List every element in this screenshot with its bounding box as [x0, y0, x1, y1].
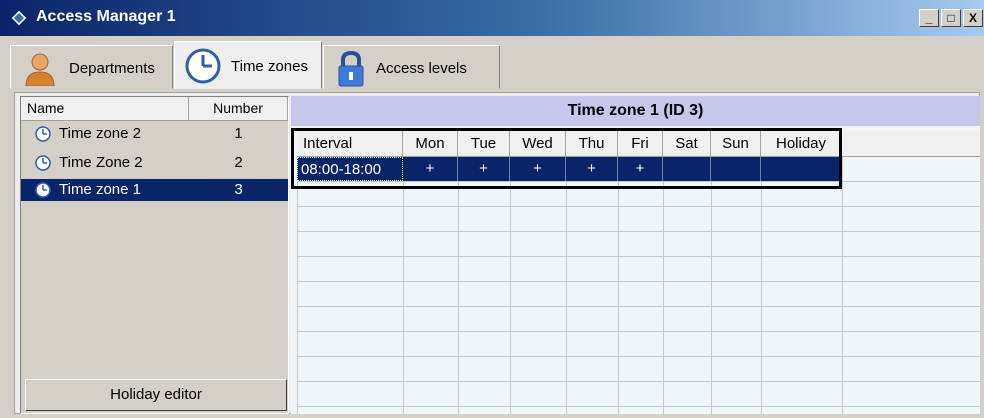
schedule-panel: Time zone 1 (ID 3) Interval Mon Tue Wed …: [291, 96, 980, 414]
grid-line: [510, 157, 511, 414]
tab-strip: Departments Time zones Access levels: [0, 36, 984, 92]
access-manager-window: Access Manager 1 _ □ X Departments Time …: [0, 0, 984, 418]
grid-line: [663, 157, 664, 414]
tab-access-levels-label: Access levels: [376, 60, 467, 77]
holiday-editor-button[interactable]: Holiday editor: [25, 379, 287, 411]
person-icon: [25, 53, 55, 86]
grid-line: [297, 406, 980, 407]
padlock-icon: [338, 50, 364, 87]
close-button[interactable]: X: [963, 9, 983, 27]
column-header-name[interactable]: Name: [21, 97, 189, 120]
window-title: Access Manager 1: [36, 8, 176, 25]
grid-line: [458, 157, 459, 414]
grid-line: [297, 206, 980, 207]
time-zone-name: Time zone 2: [59, 125, 141, 142]
title-bar[interactable]: Access Manager 1 _ □ X: [0, 0, 984, 36]
schedule-grid[interactable]: Interval Mon Tue Wed Thu Fri Sat Sun Hol…: [291, 126, 980, 414]
grid-line: [566, 157, 567, 414]
time-zone-list: Name Number Time zone 2 1 Time Zone 2 2: [20, 96, 289, 414]
grid-line: [297, 331, 980, 332]
grid-line: [618, 157, 619, 414]
tab-access-levels[interactable]: Access levels: [323, 45, 500, 89]
column-header-filler: [842, 131, 980, 157]
list-item[interactable]: Time zone 2 1: [21, 123, 288, 145]
app-icon: [10, 9, 28, 27]
grid-line: [297, 281, 980, 282]
tab-time-zones[interactable]: Time zones: [174, 41, 322, 89]
time-zone-name: Time Zone 2: [59, 154, 143, 171]
time-zone-name: Time zone 1: [59, 181, 141, 198]
grid-line: [761, 157, 762, 414]
clock-icon: [35, 126, 51, 142]
schedule-title: Time zone 1 (ID 3): [291, 96, 980, 126]
grid-line: [403, 157, 404, 414]
list-item[interactable]: Time Zone 2 2: [21, 152, 288, 174]
minimize-button[interactable]: _: [919, 9, 939, 27]
list-item-selected[interactable]: Time zone 1 3: [21, 179, 288, 201]
clock-icon: [35, 182, 51, 198]
time-zone-number: 1: [234, 125, 243, 142]
grid-line: [297, 157, 298, 414]
grid-line: [297, 381, 980, 382]
clock-icon: [185, 48, 221, 84]
tab-departments[interactable]: Departments: [10, 45, 173, 89]
grid-line: [297, 256, 980, 257]
grid-line: [297, 356, 980, 357]
tab-time-zones-label: Time zones: [231, 58, 308, 75]
grid-line: [297, 231, 980, 232]
grid-line: [297, 306, 980, 307]
time-zone-number: 2: [234, 154, 243, 171]
highlight-frame: [291, 128, 842, 189]
maximize-button[interactable]: □: [941, 9, 961, 27]
time-zone-number: 3: [234, 181, 243, 198]
tab-departments-label: Departments: [69, 60, 155, 77]
grid-line: [711, 157, 712, 414]
column-header-number[interactable]: Number: [189, 97, 288, 120]
grid-line: [842, 157, 843, 414]
clock-icon: [35, 155, 51, 171]
list-header: Name Number: [21, 97, 288, 121]
